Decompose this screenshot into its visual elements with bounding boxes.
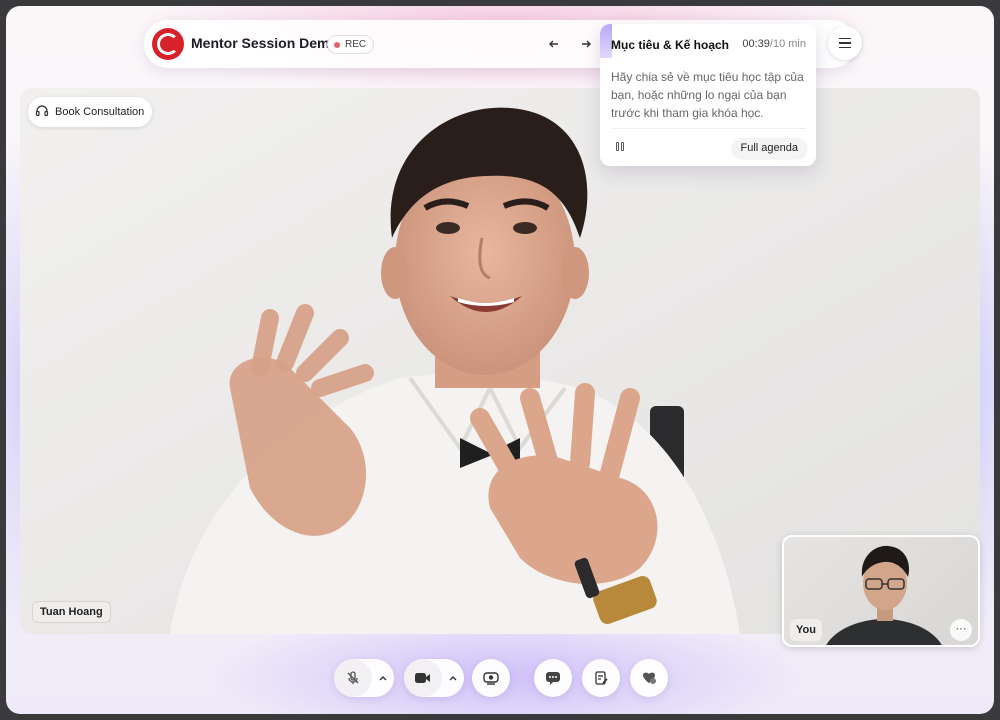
agenda-card: Mục tiêu & Kế hoạch 00:39/10 min Hãy chi… — [600, 24, 816, 166]
camera-icon[interactable] — [404, 659, 442, 697]
headset-icon — [35, 104, 49, 121]
divider — [611, 128, 806, 129]
divider — [520, 664, 521, 686]
chevron-up-icon[interactable] — [442, 659, 464, 697]
camera-control — [404, 659, 464, 697]
agenda-timer: 00:39/10 min — [742, 38, 806, 50]
arrow-left-icon[interactable] — [544, 35, 564, 55]
reaction-icon[interactable] — [630, 659, 668, 697]
rec-badge: REC — [327, 35, 375, 54]
participant-name-tag: Tuan Hoang — [32, 601, 111, 623]
app-window: Book Consultation Tuan Hoang Mentor Sess… — [6, 6, 994, 714]
arrow-right-icon[interactable] — [576, 35, 596, 55]
session-title: Mentor Session Demo — [191, 35, 339, 51]
book-consultation-button[interactable]: Book Consultation — [28, 97, 153, 127]
rec-label: REC — [345, 39, 367, 50]
pause-icon[interactable] — [616, 142, 626, 152]
full-agenda-button[interactable]: Full agenda — [731, 138, 807, 158]
agenda-title: Mục tiêu & Kế hoạch — [611, 38, 730, 52]
more-options-icon[interactable]: ··· — [950, 619, 972, 641]
book-consultation-label: Book Consultation — [55, 106, 145, 118]
self-label: You — [790, 619, 822, 641]
agenda-elapsed: 00:39 — [742, 38, 770, 50]
agenda-total: /10 min — [769, 38, 806, 50]
brand-logo-icon — [152, 28, 184, 60]
chevron-up-icon[interactable] — [372, 659, 394, 697]
hamburger-menu-icon[interactable] — [828, 26, 862, 60]
mic-control — [334, 659, 394, 697]
screen-share-icon[interactable] — [472, 659, 510, 697]
control-bar — [6, 656, 994, 700]
self-video: You ··· — [782, 535, 980, 647]
notes-icon[interactable] — [582, 659, 620, 697]
chat-icon[interactable] — [534, 659, 572, 697]
agenda-prompt: Hãy chia sẻ về mục tiêu học tập của bạn,… — [611, 70, 804, 120]
mic-muted-icon[interactable] — [334, 659, 372, 697]
rec-dot-icon — [334, 41, 340, 48]
